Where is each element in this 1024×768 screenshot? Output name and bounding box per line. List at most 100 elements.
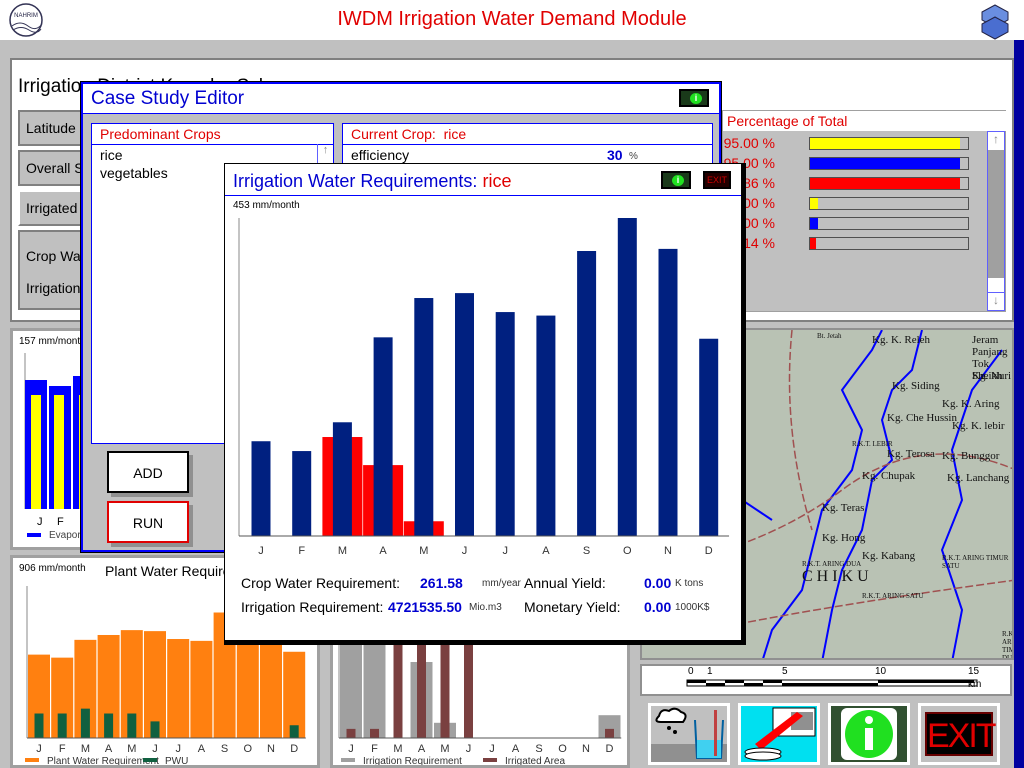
bar-plant-water-requirement bbox=[260, 628, 282, 738]
map-label: Kg. K. lebir bbox=[952, 420, 1005, 432]
bar-crop-water-requirement bbox=[577, 250, 597, 536]
legend-swatch bbox=[483, 758, 497, 762]
bar-crop-water-requirement bbox=[455, 293, 474, 536]
percentage-row: 96.86 % bbox=[723, 173, 985, 193]
annual-yield-value: 0.00 bbox=[644, 575, 672, 591]
scale-tick: 10 bbox=[875, 666, 887, 677]
percentage-value: 95.00 % bbox=[723, 135, 775, 151]
scale-tick: 1 bbox=[707, 666, 713, 677]
bar-crop-water-requirement bbox=[292, 451, 312, 536]
scale-tick: 5 bbox=[782, 666, 788, 677]
iwr-chart: JFMAMJJASOND bbox=[238, 218, 730, 557]
crop-water-value: 261.58 bbox=[420, 575, 463, 591]
cse-titlebar: Case Study Editor i bbox=[83, 84, 719, 114]
x-tick-label: O bbox=[623, 545, 632, 557]
x-tick-label: J bbox=[489, 743, 495, 755]
scroll-thumb[interactable] bbox=[988, 150, 1004, 278]
x-tick-label: J bbox=[258, 545, 264, 557]
cse-info-button[interactable]: i bbox=[679, 89, 709, 107]
irr-req-unit: Mio.m3 bbox=[469, 602, 502, 613]
monetary-yield-unit: 1000K$ bbox=[675, 602, 710, 613]
bar-crop-water-requirement bbox=[699, 338, 719, 536]
percentage-bar-fill bbox=[810, 138, 961, 149]
x-tick-label: J bbox=[175, 743, 181, 755]
x-tick-label: J bbox=[36, 743, 42, 755]
x-tick-label: O bbox=[558, 743, 567, 755]
map-label: Kg. Hong bbox=[822, 532, 866, 544]
map-label: Kg. Bunggor bbox=[942, 450, 1000, 462]
legend-swatch bbox=[143, 758, 157, 762]
annual-yield-unit: K tons bbox=[675, 578, 704, 589]
exit-label: EXIT bbox=[925, 712, 997, 756]
map-label: R.K.T. ARING SATU bbox=[862, 592, 924, 600]
map-label: Kg. Nuri bbox=[972, 370, 1012, 382]
scroll-down-icon[interactable]: ↓ bbox=[988, 292, 1004, 310]
rain-beaker-icon bbox=[651, 707, 727, 762]
climate-legend: Evapor bbox=[49, 530, 81, 541]
x-tick-label: S bbox=[221, 743, 228, 755]
crops-header: Predominant Crops bbox=[92, 124, 333, 145]
bar-crop-water-requirement bbox=[658, 248, 678, 536]
map-label: R.K.T. ARING TIMUR SATU bbox=[942, 554, 1009, 570]
crop-item[interactable]: rice bbox=[92, 145, 333, 165]
bar-pwu bbox=[127, 713, 137, 738]
load-data-button[interactable] bbox=[738, 703, 820, 765]
bar-crop-water-requirement bbox=[495, 312, 515, 536]
annual-yield-label: Annual Yield: bbox=[524, 575, 606, 591]
x-tick-label: A bbox=[105, 743, 113, 755]
map-label: Kg. Terosa bbox=[887, 448, 935, 460]
percentage-row: 95.00 % bbox=[723, 133, 985, 153]
map-label: Kg. Siding bbox=[892, 380, 940, 392]
bar-pwu bbox=[80, 708, 90, 738]
bar-plant-water-requirement bbox=[190, 640, 213, 738]
bar-crop-water-requirement bbox=[251, 441, 271, 536]
x-tick-label: A bbox=[418, 743, 426, 755]
monetary-yield-label: Monetary Yield: bbox=[524, 599, 621, 615]
x-tick-label: A bbox=[542, 545, 550, 557]
percentage-panel: Percentage of Total 95.00 % 95.00 % 96.86 … bbox=[722, 110, 1007, 312]
legend-label: Irrigation Requirement bbox=[363, 756, 462, 765]
bar-pwu bbox=[150, 721, 160, 738]
percentage-bar-fill bbox=[810, 218, 818, 229]
scroll-up-icon[interactable]: ↑ bbox=[988, 132, 1004, 150]
x-tick-label: J bbox=[152, 743, 158, 755]
climate-data-button[interactable] bbox=[648, 703, 730, 765]
x-tick-label: S bbox=[583, 545, 590, 557]
crops-scroll-up-icon[interactable]: ↑ bbox=[317, 144, 333, 164]
map-scale-bar: 0 1 5 10 15 km bbox=[640, 664, 1012, 696]
percentage-bar bbox=[809, 177, 969, 190]
percentage-row: 3.14 % bbox=[723, 233, 985, 253]
scale-tick: 0 bbox=[688, 666, 694, 677]
info-button[interactable] bbox=[828, 703, 910, 765]
percentage-header: Percentage of Total bbox=[723, 111, 1007, 131]
map-label: Kg. Chupak bbox=[862, 470, 916, 482]
exit-button[interactable]: EXIT bbox=[918, 703, 1000, 765]
x-tick-label: M bbox=[393, 743, 402, 755]
x-tick-label: S bbox=[535, 743, 542, 755]
map-label: Kg. K. Aring bbox=[942, 398, 1000, 410]
x-tick-label: D bbox=[705, 545, 713, 557]
map-label: Kg. Lanchang bbox=[947, 472, 1010, 484]
legend-swatch bbox=[25, 758, 39, 762]
percentage-row: 5.00 % bbox=[723, 213, 985, 233]
map-label: Bt. Jetah bbox=[817, 332, 842, 340]
run-button[interactable]: RUN bbox=[107, 501, 189, 543]
map-label: R.K.T. ARING TIMUR DUA bbox=[1002, 630, 1014, 660]
add-button[interactable]: ADD bbox=[107, 451, 189, 493]
x-tick-label: J bbox=[502, 545, 508, 557]
app-title: IWDM Irrigation Water Demand Module bbox=[337, 8, 687, 30]
bar-irrigated-area bbox=[370, 728, 379, 738]
current-crop-label: Current Crop: bbox=[351, 126, 436, 142]
scale-tick: 15 bbox=[968, 666, 980, 677]
current-crop-value: rice bbox=[443, 126, 467, 142]
crop-water-unit: mm/year bbox=[482, 578, 521, 589]
x-tick-label: F bbox=[59, 743, 66, 755]
irr-req-value: 4721535.50 bbox=[388, 599, 462, 615]
percentage-scrollbar[interactable]: ↑ ↓ bbox=[987, 131, 1005, 311]
bar-plant-water-requirement bbox=[283, 651, 306, 738]
param-value[interactable]: 30 bbox=[607, 147, 623, 163]
bar-crop-water-requirement bbox=[332, 422, 352, 536]
x-tick-label: J bbox=[462, 545, 468, 557]
percentage-bar-fill bbox=[810, 158, 961, 169]
bar-crop-water-requirement bbox=[536, 315, 556, 536]
